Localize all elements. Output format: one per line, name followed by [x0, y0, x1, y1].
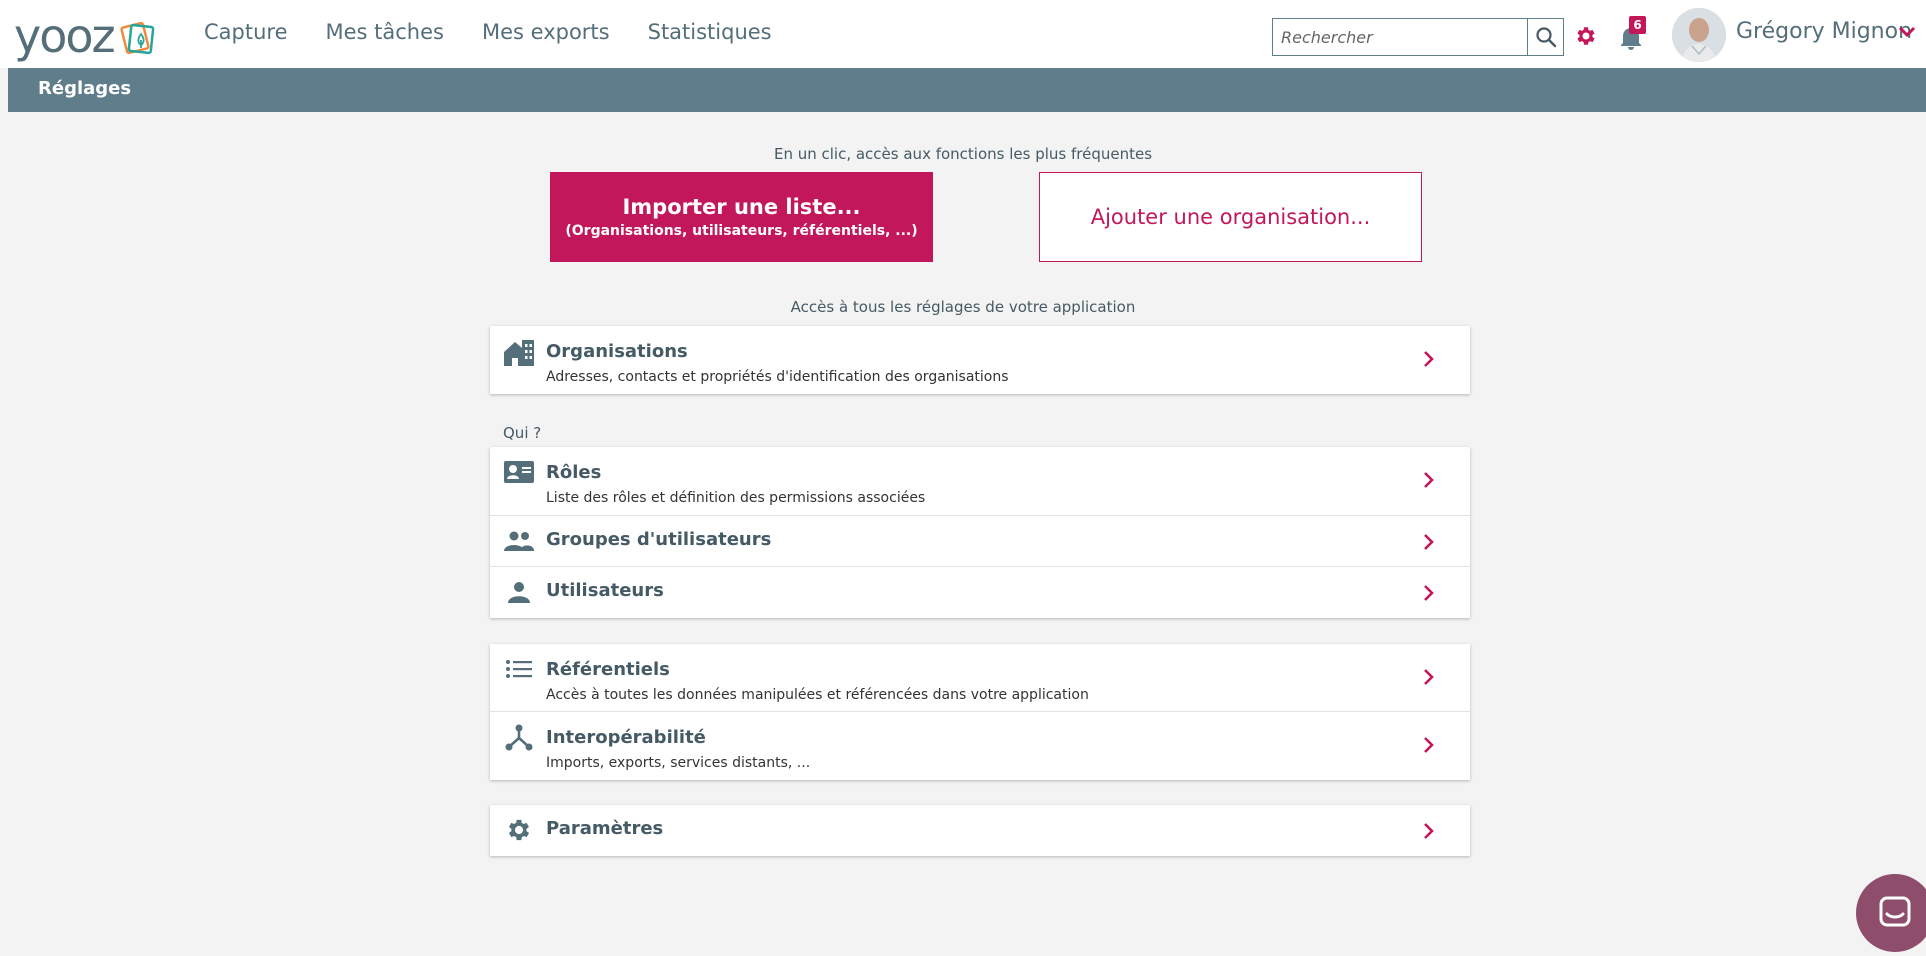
- organisations-title: Organisations: [546, 341, 688, 362]
- search-icon: [1535, 27, 1556, 48]
- chevron-right-icon: [1424, 585, 1434, 601]
- data-card: Référentiels Accès à toutes les données …: [490, 644, 1470, 780]
- parametres-title: Paramètres: [546, 818, 664, 839]
- settings-gear-icon[interactable]: [1574, 24, 1598, 48]
- nav-statistiques[interactable]: Statistiques: [648, 20, 772, 44]
- settings-item-interoperabilite[interactable]: Interopérabilité Imports, exports, servi…: [490, 712, 1470, 780]
- app-logo[interactable]: yooz: [14, 12, 158, 60]
- roles-title: Rôles: [546, 462, 602, 483]
- list-icon: [502, 654, 536, 684]
- main-nav: Capture Mes tâches Mes exports Statistiq…: [204, 20, 772, 44]
- who-group-label: Qui ?: [503, 424, 542, 442]
- settings-item-referentiels[interactable]: Référentiels Accès à toutes les données …: [490, 644, 1470, 712]
- section-title: Réglages: [38, 78, 132, 99]
- chevron-right-icon: [1424, 351, 1434, 367]
- search-box: [1272, 18, 1564, 56]
- chevron-right-icon: [1424, 669, 1434, 685]
- interoperabilite-desc: Imports, exports, services distants, ...: [546, 755, 811, 771]
- user-name[interactable]: Grégory Mignon: [1736, 19, 1912, 44]
- nav-mes-exports[interactable]: Mes exports: [482, 20, 610, 44]
- groupes-title: Groupes d'utilisateurs: [546, 529, 772, 550]
- import-list-title: Importer une liste...: [622, 195, 861, 219]
- nav-capture[interactable]: Capture: [204, 20, 288, 44]
- settings-item-roles[interactable]: Rôles Liste des rôles et définition des …: [490, 447, 1470, 516]
- settings-item-groupes[interactable]: Groupes d'utilisateurs: [490, 516, 1470, 567]
- referentiels-title: Référentiels: [546, 659, 670, 680]
- chevron-right-icon: [1424, 534, 1434, 550]
- utilisateurs-title: Utilisateurs: [546, 580, 664, 601]
- logo-text: yooz: [14, 9, 116, 63]
- chevron-down-icon[interactable]: [1898, 25, 1916, 39]
- import-list-subtitle: (Organisations, utilisateurs, référentie…: [565, 223, 918, 239]
- who-card: Rôles Liste des rôles et définition des …: [490, 447, 1470, 618]
- add-organisation-button[interactable]: Ajouter une organisation...: [1039, 172, 1422, 262]
- chat-launcher-button[interactable]: [1856, 874, 1926, 952]
- logo-mark-icon: [120, 21, 155, 55]
- section-header: Réglages: [8, 68, 1926, 112]
- top-bar: yooz Capture Mes tâches Mes exports Stat…: [0, 0, 1926, 68]
- id-card-icon: [502, 457, 536, 487]
- settings-item-utilisateurs[interactable]: Utilisateurs: [490, 567, 1470, 618]
- group-icon: [502, 526, 536, 556]
- referentiels-desc: Accès à toutes les données manipulées et…: [546, 687, 1089, 703]
- notification-count-badge: 6: [1629, 16, 1646, 34]
- notifications-button[interactable]: 6: [1619, 16, 1646, 52]
- add-organisation-label: Ajouter une organisation...: [1090, 205, 1371, 229]
- settings-caption: Accès à tous les réglages de votre appli…: [790, 298, 1136, 316]
- building-icon: [502, 338, 536, 368]
- roles-desc: Liste des rôles et définition des permis…: [546, 490, 926, 506]
- network-icon: [502, 722, 536, 752]
- chat-icon: [1879, 896, 1911, 927]
- avatar-photo: [1672, 8, 1726, 62]
- settings-item-organisations[interactable]: Organisations Adresses, contacts et prop…: [490, 326, 1470, 394]
- quick-actions-caption: En un clic, accès aux fonctions les plus…: [773, 145, 1153, 163]
- import-list-button[interactable]: Importer une liste... (Organisations, ut…: [550, 172, 933, 262]
- interoperabilite-title: Interopérabilité: [546, 727, 706, 748]
- person-icon: [502, 577, 536, 607]
- organisations-card: Organisations Adresses, contacts et prop…: [490, 326, 1470, 394]
- settings-item-parametres[interactable]: Paramètres: [490, 805, 1470, 856]
- organisations-desc: Adresses, contacts et propriétés d'ident…: [546, 369, 1009, 385]
- gear-icon: [502, 815, 536, 845]
- chevron-right-icon: [1424, 737, 1434, 753]
- nav-mes-taches[interactable]: Mes tâches: [326, 20, 444, 44]
- parametres-card: Paramètres: [490, 805, 1470, 856]
- search-input[interactable]: [1273, 19, 1527, 55]
- chevron-right-icon: [1424, 472, 1434, 488]
- chevron-right-icon: [1424, 823, 1434, 839]
- user-avatar[interactable]: [1672, 8, 1726, 62]
- search-button[interactable]: [1527, 19, 1563, 55]
